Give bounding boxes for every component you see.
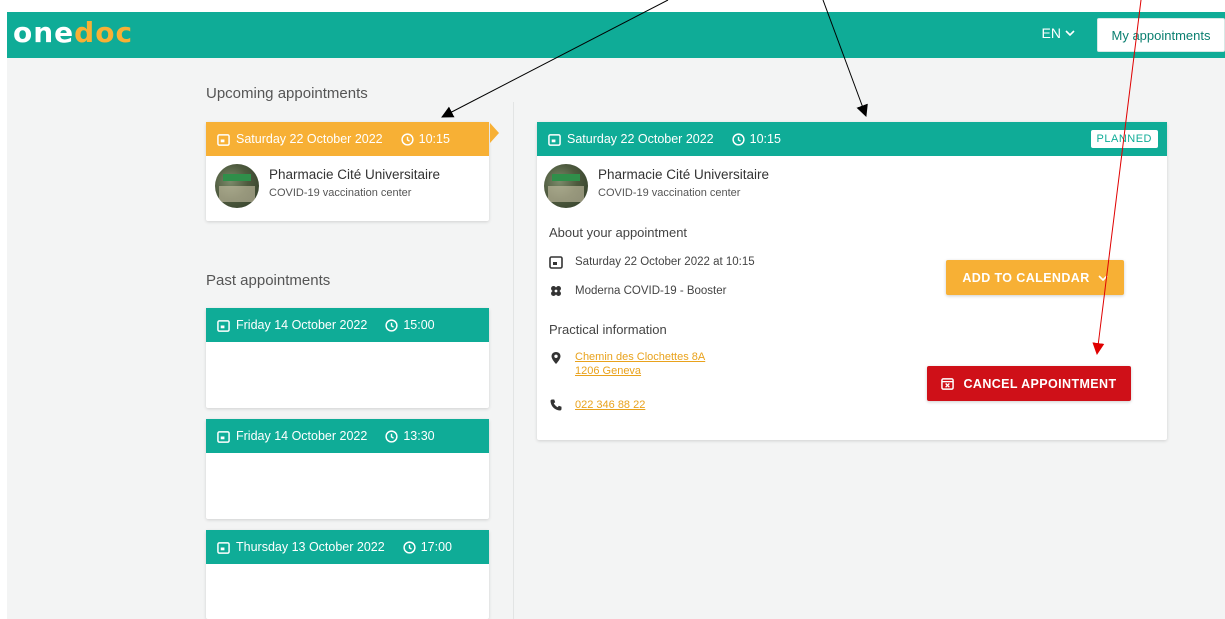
calendar-icon	[217, 430, 230, 443]
address-block: Chemin des Clochettes 8A 1206 Geneva	[549, 351, 705, 377]
provider-name: Pharmacie Cité Universitaire	[598, 167, 770, 182]
appointment-datetime: Saturday 22 October 2022 at 10:15	[549, 255, 755, 269]
upcoming-title: Upcoming appointments	[206, 85, 368, 102]
past-time: 17:00	[420, 540, 452, 554]
my-appointments-button[interactable]: My appointments	[1097, 18, 1225, 52]
bandage-icon	[551, 286, 561, 296]
main-content: Upcoming appointments Saturday 22 Octobe…	[7, 58, 1225, 619]
past-card-header: Thursday 13 October 2022 17:00	[206, 530, 489, 564]
phone-icon	[550, 399, 562, 411]
language-label: EN	[1041, 25, 1061, 41]
pharmacy-avatar	[544, 164, 588, 208]
clock-icon	[385, 318, 398, 332]
service-text: Moderna COVID-19 - Booster	[575, 285, 727, 297]
onedoc-logo[interactable]: onedoc	[13, 18, 133, 48]
cancel-appointment-button[interactable]: CANCEL APPOINTMENT	[927, 366, 1131, 401]
top-bar: onedoc EN My appointments	[7, 12, 1225, 58]
practical-title: Practical information	[549, 322, 667, 337]
past-card-header: Friday 14 October 2022 15:00	[206, 308, 489, 342]
status-badge: PLANNED	[1090, 130, 1158, 148]
appointment-detail-card: Saturday 22 October 2022 10:15 PLANNED P…	[537, 122, 1167, 440]
past-time: 15:00	[403, 318, 435, 332]
detail-time: 10:15	[749, 132, 781, 146]
address-line2-link[interactable]: 1206 Geneva	[575, 365, 705, 377]
upcoming-date: Saturday 22 October 2022	[236, 132, 383, 146]
address-line1-link[interactable]: Chemin des Clochettes 8A	[575, 351, 705, 363]
location-pin-icon	[551, 352, 561, 364]
upcoming-time: 10:15	[418, 132, 450, 146]
calendar-icon	[548, 133, 561, 146]
logo-text-one: one	[13, 16, 75, 49]
calendar-icon	[217, 133, 230, 146]
add-to-calendar-button[interactable]: ADD TO CALENDAR	[946, 260, 1124, 295]
past-appointment-card[interactable]: Thursday 13 October 2022 17:00	[206, 530, 489, 619]
upcoming-card-header: Saturday 22 October 2022 10:15	[206, 122, 489, 156]
phone-link[interactable]: 022 346 88 22	[575, 399, 645, 411]
past-appointment-card[interactable]: Friday 14 October 2022 13:30	[206, 419, 489, 519]
calendar-icon	[549, 256, 563, 269]
upcoming-appointment-card[interactable]: Saturday 22 October 2022 10:15 Pharmacie…	[206, 122, 489, 221]
past-time: 13:30	[403, 429, 435, 443]
provider-type: COVID-19 vaccination center	[598, 187, 741, 199]
datetime-text: Saturday 22 October 2022 at 10:15	[575, 256, 755, 268]
cancel-appointment-label: CANCEL APPOINTMENT	[963, 376, 1117, 391]
chevron-down-icon	[1065, 30, 1075, 37]
past-date: Thursday 13 October 2022	[236, 540, 385, 554]
detail-provider: Pharmacie Cité Universitaire COVID-19 va…	[537, 156, 1167, 216]
past-date: Friday 14 October 2022	[236, 429, 368, 443]
detail-date: Saturday 22 October 2022	[567, 132, 714, 146]
phone-block: 022 346 88 22	[549, 398, 645, 412]
selected-card-pointer	[490, 123, 499, 143]
add-to-calendar-label: ADD TO CALENDAR	[962, 270, 1090, 285]
pharmacy-avatar	[215, 164, 259, 208]
column-divider	[513, 102, 514, 619]
calendar-cancel-icon	[941, 378, 955, 390]
clock-icon	[400, 132, 414, 146]
detail-header: Saturday 22 October 2022 10:15 PLANNED	[537, 122, 1167, 156]
calendar-icon	[217, 541, 230, 554]
clock-icon	[731, 132, 745, 146]
logo-text-doc: doc	[74, 16, 134, 49]
appointment-service: Moderna COVID-19 - Booster	[549, 284, 726, 298]
past-card-header: Friday 14 October 2022 13:30	[206, 419, 489, 453]
provider-type: COVID-19 vaccination center	[269, 187, 412, 199]
provider-name: Pharmacie Cité Universitaire	[269, 167, 441, 182]
past-date: Friday 14 October 2022	[236, 318, 368, 332]
about-title: About your appointment	[549, 225, 688, 240]
language-selector[interactable]: EN	[1042, 25, 1075, 41]
calendar-icon	[217, 319, 230, 332]
past-title: Past appointments	[206, 272, 331, 289]
clock-icon	[385, 429, 398, 443]
chevron-down-icon	[1098, 274, 1108, 281]
upcoming-provider: Pharmacie Cité Universitaire COVID-19 va…	[206, 156, 489, 216]
clock-icon	[403, 540, 416, 554]
past-appointment-card[interactable]: Friday 14 October 2022 15:00	[206, 308, 489, 408]
